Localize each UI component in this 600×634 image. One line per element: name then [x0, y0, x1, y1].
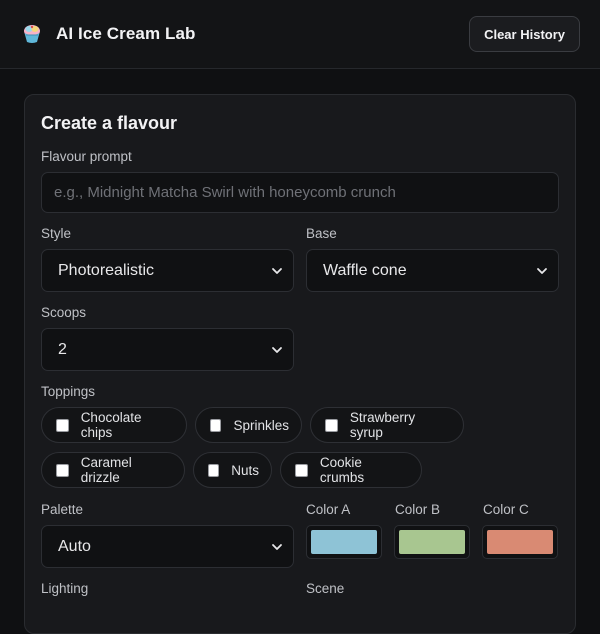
- color-c-swatch: [487, 530, 553, 554]
- color-c-label: Color C: [483, 502, 529, 517]
- scene-label: Scene: [306, 581, 345, 596]
- topping-chip-strawberry-syrup[interactable]: Strawberry syrup: [310, 407, 464, 443]
- color-b-swatch: [399, 530, 465, 554]
- topping-checkbox[interactable]: [210, 418, 222, 432]
- color-b-picker[interactable]: [394, 525, 470, 559]
- chevron-down-icon: [272, 267, 282, 274]
- topping-label: Sprinkles: [233, 417, 289, 433]
- topping-chip-cookie-crumbs[interactable]: Cookie crumbs: [280, 452, 422, 488]
- palette-label: Palette: [41, 502, 84, 517]
- topping-label: Chocolate chips: [80, 410, 142, 440]
- topping-label: Strawberry syrup: [349, 410, 416, 440]
- topping-checkbox[interactable]: [56, 463, 69, 477]
- chevron-down-icon: [272, 346, 282, 353]
- topping-checkbox[interactable]: [295, 463, 308, 477]
- app-title: AI Ice Cream Lab: [56, 24, 196, 43]
- chevron-down-icon: [272, 543, 282, 550]
- color-b-label: Color B: [395, 502, 441, 517]
- card-title: Create a flavour: [41, 113, 178, 133]
- prompt-label: Flavour prompt: [41, 149, 132, 164]
- scoops-label: Scoops: [41, 305, 87, 320]
- brand: AI Ice Cream Lab: [20, 22, 196, 46]
- topping-label: Caramel drizzle: [80, 455, 132, 485]
- topping-checkbox[interactable]: [208, 463, 220, 477]
- lighting-label: Lighting: [41, 581, 89, 596]
- chevron-down-icon: [537, 267, 547, 274]
- topping-checkbox[interactable]: [325, 418, 338, 432]
- toppings-label: Toppings: [41, 384, 96, 399]
- clear-history-button[interactable]: Clear History: [469, 16, 580, 52]
- color-a-picker[interactable]: [306, 525, 382, 559]
- topping-chip-caramel-drizzle[interactable]: Caramel drizzle: [41, 452, 185, 488]
- topping-chip-sprinkles[interactable]: Sprinkles: [195, 407, 302, 443]
- base-select[interactable]: Waffle cone: [306, 249, 559, 292]
- flavour-prompt-input[interactable]: [41, 172, 559, 213]
- palette-select[interactable]: Auto: [41, 525, 294, 568]
- topping-chip-nuts[interactable]: Nuts: [193, 452, 272, 488]
- scoops-select[interactable]: 2: [41, 328, 294, 371]
- topping-label: Nuts: [231, 462, 259, 478]
- base-label: Base: [306, 226, 337, 241]
- palette-select-value: Auto: [58, 537, 91, 555]
- base-select-value: Waffle cone: [323, 261, 407, 279]
- ice-cream-icon: [24, 25, 40, 43]
- style-select-value: Photorealistic: [58, 261, 155, 279]
- topping-chip-chocolate-chips[interactable]: Chocolate chips: [41, 407, 187, 443]
- style-select[interactable]: Photorealistic: [41, 249, 294, 292]
- color-c-picker[interactable]: [482, 525, 558, 559]
- topping-checkbox[interactable]: [56, 418, 69, 432]
- color-a-swatch: [311, 530, 377, 554]
- app-header: AI Ice Cream Lab Clear History: [0, 0, 600, 69]
- topping-label: Cookie crumbs: [319, 455, 365, 485]
- color-a-label: Color A: [306, 502, 351, 517]
- create-flavour-card: Create a flavour Flavour prompt Style Ph…: [24, 94, 576, 634]
- scoops-select-value: 2: [58, 340, 67, 358]
- style-label: Style: [41, 226, 72, 241]
